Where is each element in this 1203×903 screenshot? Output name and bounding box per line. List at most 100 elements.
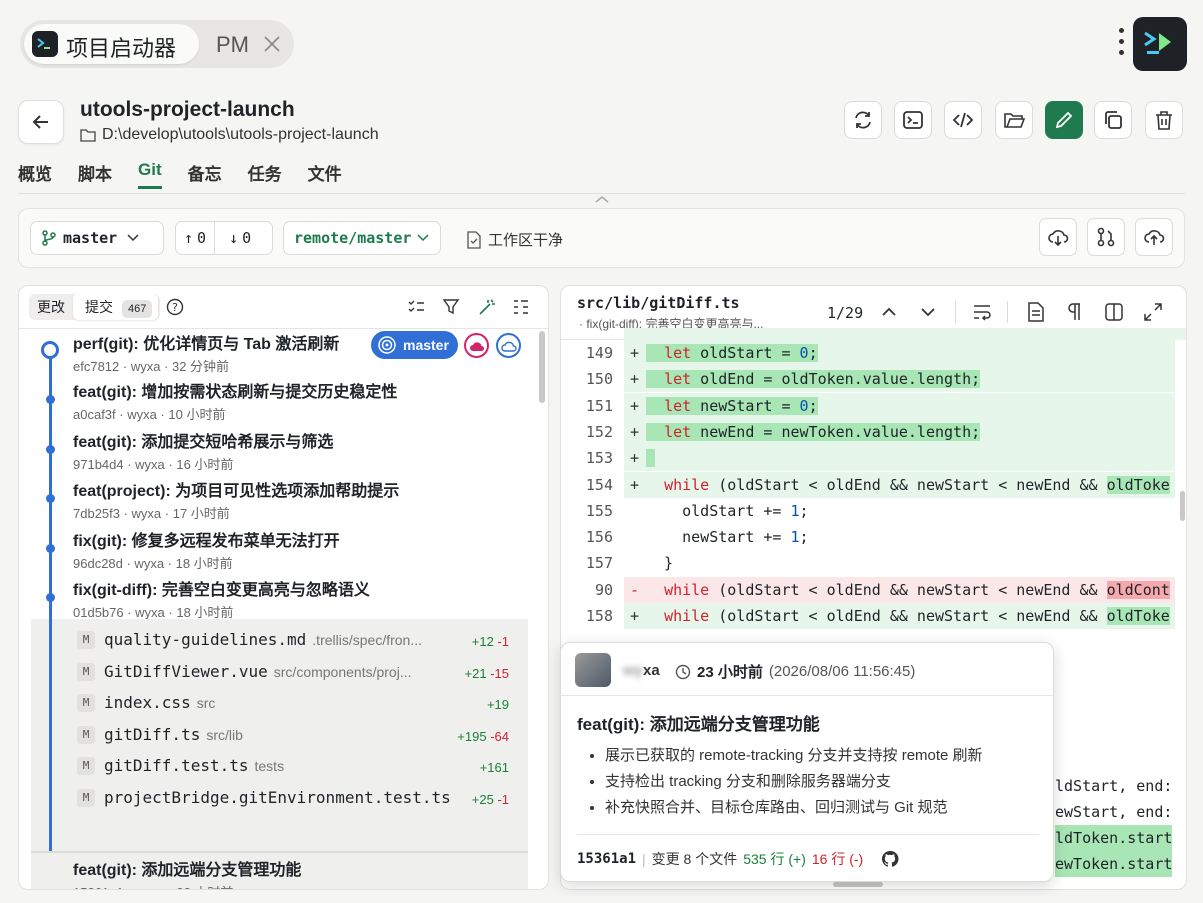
scrollbar-thumb[interactable]: [1180, 491, 1185, 521]
app-icon: [1133, 17, 1187, 71]
file-additions: +21: [464, 666, 487, 681]
commit-graph-line: [49, 619, 52, 889]
tab-memo[interactable]: 备忘: [188, 160, 222, 189]
commit-row[interactable]: feat(git): 添加远端分支管理功能 15361a1 · wyxa · 23…: [73, 856, 543, 889]
file-item[interactable]: Mquality-guidelines.md .trellis/spec/fron…: [77, 630, 422, 649]
commit-row[interactable]: feat(git): 增加按需状态刷新与提交历史稳定性 a0caf3f · wyx…: [73, 378, 543, 423]
tab-changes[interactable]: 更改: [31, 294, 71, 320]
file-item[interactable]: MgitDiff.test.ts tests: [77, 756, 284, 775]
commit-meta: 96dc28d · wyxa · 18 小时前: [73, 556, 233, 571]
diff-line: 155 oldStart += 1;: [562, 498, 1186, 524]
diff-tail: ldStart, end: ewStart, end: ldToken.star…: [1055, 773, 1173, 877]
line-number: 149: [585, 344, 613, 362]
file-name: gitDiff.ts: [104, 725, 201, 744]
commit-row[interactable]: feat(git): 添加提交短哈希展示与筛选 971b4d4 · wyxa · …: [73, 428, 543, 473]
line-code: - while (oldStart < oldEnd && newStart <…: [624, 576, 1175, 603]
chevron-up-icon[interactable]: [881, 304, 897, 320]
tab-scripts[interactable]: 脚本: [78, 160, 112, 189]
diff-line: 153 +: [562, 445, 1186, 472]
expand-icon[interactable]: [1143, 302, 1163, 322]
line-code: + let oldStart = 0;: [624, 340, 1175, 366]
popover-bullet: 支持检出 tracking 分支和删除服务器端分支: [605, 769, 983, 795]
popover-footer: 15361a1 | 变更 8 个文件 535 行 (+) 16 行 (-): [577, 849, 899, 869]
behind-count[interactable]: ↓ 0: [221, 229, 259, 247]
refresh-button[interactable]: [844, 101, 882, 139]
diff-line: 149 + let oldStart = 0;: [562, 340, 1186, 366]
commit-row[interactable]: feat(project): 为项目可见性选项添加帮助提示 7db25f3 · w…: [73, 477, 543, 522]
diff-file-name: src/lib/gitDiff.ts: [577, 294, 740, 312]
line-code: + let newEnd = newToken.value.length;: [624, 418, 1175, 445]
tab-commits[interactable]: 提交 467: [73, 294, 159, 320]
magic-wand-icon[interactable]: [477, 298, 495, 316]
file-additions: +19: [486, 697, 509, 712]
tab-label: 项目启动器: [66, 36, 177, 61]
clock-icon: [675, 664, 691, 679]
commit-title: fix(git-diff): 完善空白变更高亮与忽略语义: [73, 582, 370, 599]
project-path-text: D:\develop\utools\utools-project-launch: [102, 126, 379, 143]
edit-button[interactable]: [1045, 101, 1083, 139]
more-icon[interactable]: [1119, 28, 1125, 61]
popover-divider: [577, 834, 1039, 835]
horizontal-scrollbar[interactable]: [833, 882, 883, 887]
push-button[interactable]: [1135, 218, 1173, 256]
help-icon[interactable]: ?: [166, 298, 184, 316]
tab-overview[interactable]: 概览: [18, 160, 52, 189]
chevron-up-icon[interactable]: [594, 194, 610, 204]
file-path: src/components/proj...: [273, 663, 412, 680]
remote-select[interactable]: remote/master: [283, 221, 441, 255]
tab-label-pm[interactable]: PM: [216, 32, 249, 58]
diff-line: 158 + while (oldStart < oldEnd && newStar…: [562, 603, 1186, 629]
tab-tasks[interactable]: 任务: [248, 160, 282, 189]
popover-hash[interactable]: 15361a1: [577, 851, 636, 867]
commit-node: [46, 395, 55, 404]
commit-row[interactable]: fix(git-diff): 完善空白变更高亮与忽略语义 01d5b76 · wy…: [73, 576, 543, 621]
file-deletions: -15: [490, 666, 509, 681]
tab-git[interactable]: Git: [138, 160, 162, 189]
delete-button[interactable]: [1145, 101, 1183, 139]
code-button[interactable]: [944, 101, 982, 139]
popover-time: 23 小时前 (2026/08/06 11:56:45): [675, 661, 915, 682]
behind-value: 0: [242, 229, 252, 247]
file-text-icon[interactable]: [1027, 302, 1045, 322]
back-button[interactable]: [18, 100, 64, 144]
close-icon[interactable]: [262, 34, 282, 54]
branch-select[interactable]: master: [30, 221, 164, 255]
scrollbar-thumb[interactable]: [539, 331, 545, 403]
file-status: M: [77, 788, 95, 807]
project-title: utools-project-launch: [80, 98, 295, 121]
merge-button[interactable]: [1087, 218, 1125, 256]
terminal-icon: [903, 111, 923, 129]
head-commit-node: [41, 341, 59, 359]
ahead-behind: ↑ 0 ↓ 0: [175, 221, 273, 255]
filter-icon[interactable]: [442, 298, 460, 316]
popover-bullets: 展示已获取的 remote-tracking 分支并支持按 remote 刷新 …: [605, 743, 983, 821]
pull-button[interactable]: [1039, 218, 1077, 256]
commit-row[interactable]: fix(git): 修复多远程发布菜单无法打开 96dc28d · wyxa · …: [73, 527, 543, 572]
file-item[interactable]: M GitDiffViewer.vue src/components/proj...: [77, 662, 412, 681]
file-name: projectBridge.gitEnvironment.test.ts: [104, 788, 451, 807]
file-item[interactable]: Mindex.css src: [77, 693, 215, 712]
list-check-icon[interactable]: [407, 298, 425, 316]
wrap-text-icon[interactable]: [972, 303, 992, 321]
copy-icon: [1105, 111, 1122, 129]
file-item[interactable]: MprojectBridge.gitEnvironment.test.ts: [77, 788, 457, 807]
file-stats: +195 -64: [429, 729, 509, 744]
copy-button[interactable]: [1094, 101, 1132, 139]
file-item[interactable]: MgitDiff.ts src/lib: [77, 725, 243, 744]
chevron-down-icon: [417, 234, 429, 242]
diff-line: 150 + let oldEnd = oldToken.value.length;: [562, 366, 1186, 393]
list-tree-icon[interactable]: [512, 298, 530, 316]
pilcrow-icon[interactable]: [1066, 302, 1082, 322]
split-view-icon[interactable]: [1104, 302, 1124, 322]
diff-position: 1/29: [827, 304, 864, 322]
ahead-count[interactable]: ↑ 0: [176, 222, 216, 254]
open-folder-button[interactable]: [995, 101, 1033, 139]
git-branch-icon: [42, 230, 56, 246]
diff-tail-line: ldStart, end:: [1055, 773, 1173, 799]
tab-files[interactable]: 文件: [308, 160, 342, 189]
file-name: GitDiffViewer.vue: [104, 662, 268, 681]
file-status: M: [77, 725, 95, 744]
terminal-button[interactable]: [894, 101, 932, 139]
chevron-down-icon[interactable]: [920, 304, 936, 320]
github-icon[interactable]: [881, 850, 899, 868]
